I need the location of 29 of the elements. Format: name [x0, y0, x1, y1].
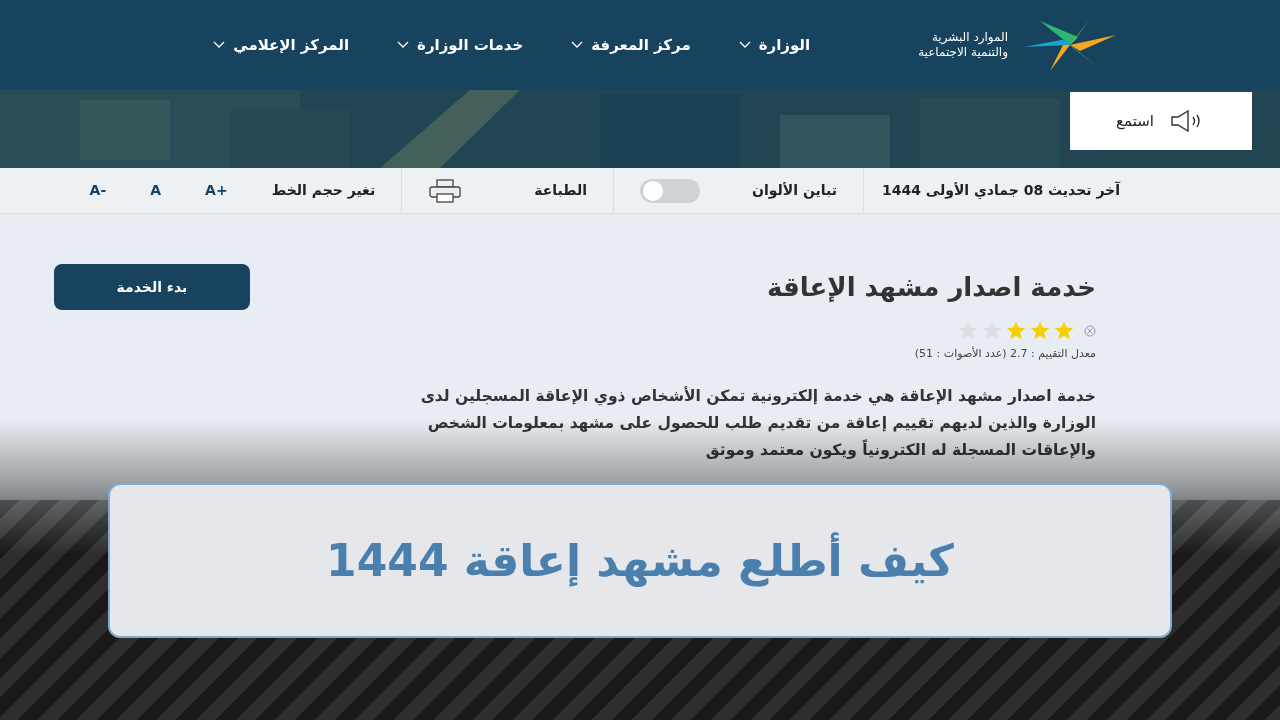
chevron-down-icon: [213, 41, 226, 49]
chevron-down-icon: [738, 41, 751, 49]
headline: كيف أطلع مشهد إعاقة 1444: [326, 531, 954, 589]
printer-icon[interactable]: [428, 178, 463, 203]
nav-link[interactable]: خدمات الوزارة: [397, 33, 524, 57]
service-title: خدمة اصدار مشهد الإعاقة: [765, 271, 1096, 305]
service-description: خدمة اصدار مشهد الإعاقة هي خدمة إلكترونية تمكن الأشخاص ذوي الإعاقة المسجلين لدى الوزارة والذين لديهم تقييم إعاقة من تقديم طلب للحصول على مشهد بمعلومات الشخص والإعاقات المسجلة له الكترونياً ويكون معتمد وموثق: [419, 385, 1096, 461]
rating-text: معدل التقييم : 2.7 (عدد الأصوات : 51): [913, 346, 1096, 362]
nav-link[interactable]: الوزارة: [738, 33, 811, 57]
star-filled-icon[interactable]: [1030, 321, 1050, 340]
nav-link[interactable]: مركز المعرفة: [571, 33, 691, 57]
listen-button[interactable]: استمع: [1070, 92, 1252, 150]
font-size-label: تغير حجم الخط: [271, 181, 376, 201]
print-link[interactable]: الطباعة: [534, 180, 587, 201]
start-service-button[interactable]: بدء الخدمة: [54, 264, 250, 310]
font-size-button[interactable]: A+: [205, 180, 228, 201]
last-update-text: آخر تحديث 08 جمادي الأولى 1444: [881, 180, 1120, 201]
logo-text: الموارد البشرية: [930, 30, 1008, 45]
font-size-button[interactable]: A: [150, 180, 162, 201]
chevron-down-icon: [571, 41, 584, 49]
contrast-toggle[interactable]: [640, 178, 700, 203]
font-size-button[interactable]: A-: [89, 180, 107, 201]
chevron-down-icon: [397, 41, 410, 49]
star-filled-icon[interactable]: [1054, 321, 1074, 340]
contrast-label: تباين الألوان: [752, 181, 837, 201]
logo-text: والتنمية الاجتماعية: [918, 45, 1008, 60]
nav-link[interactable]: المركز الإعلامي: [213, 33, 350, 57]
cancel-rating-icon[interactable]: [1084, 324, 1096, 337]
star-filled-icon[interactable]: [1006, 321, 1026, 340]
